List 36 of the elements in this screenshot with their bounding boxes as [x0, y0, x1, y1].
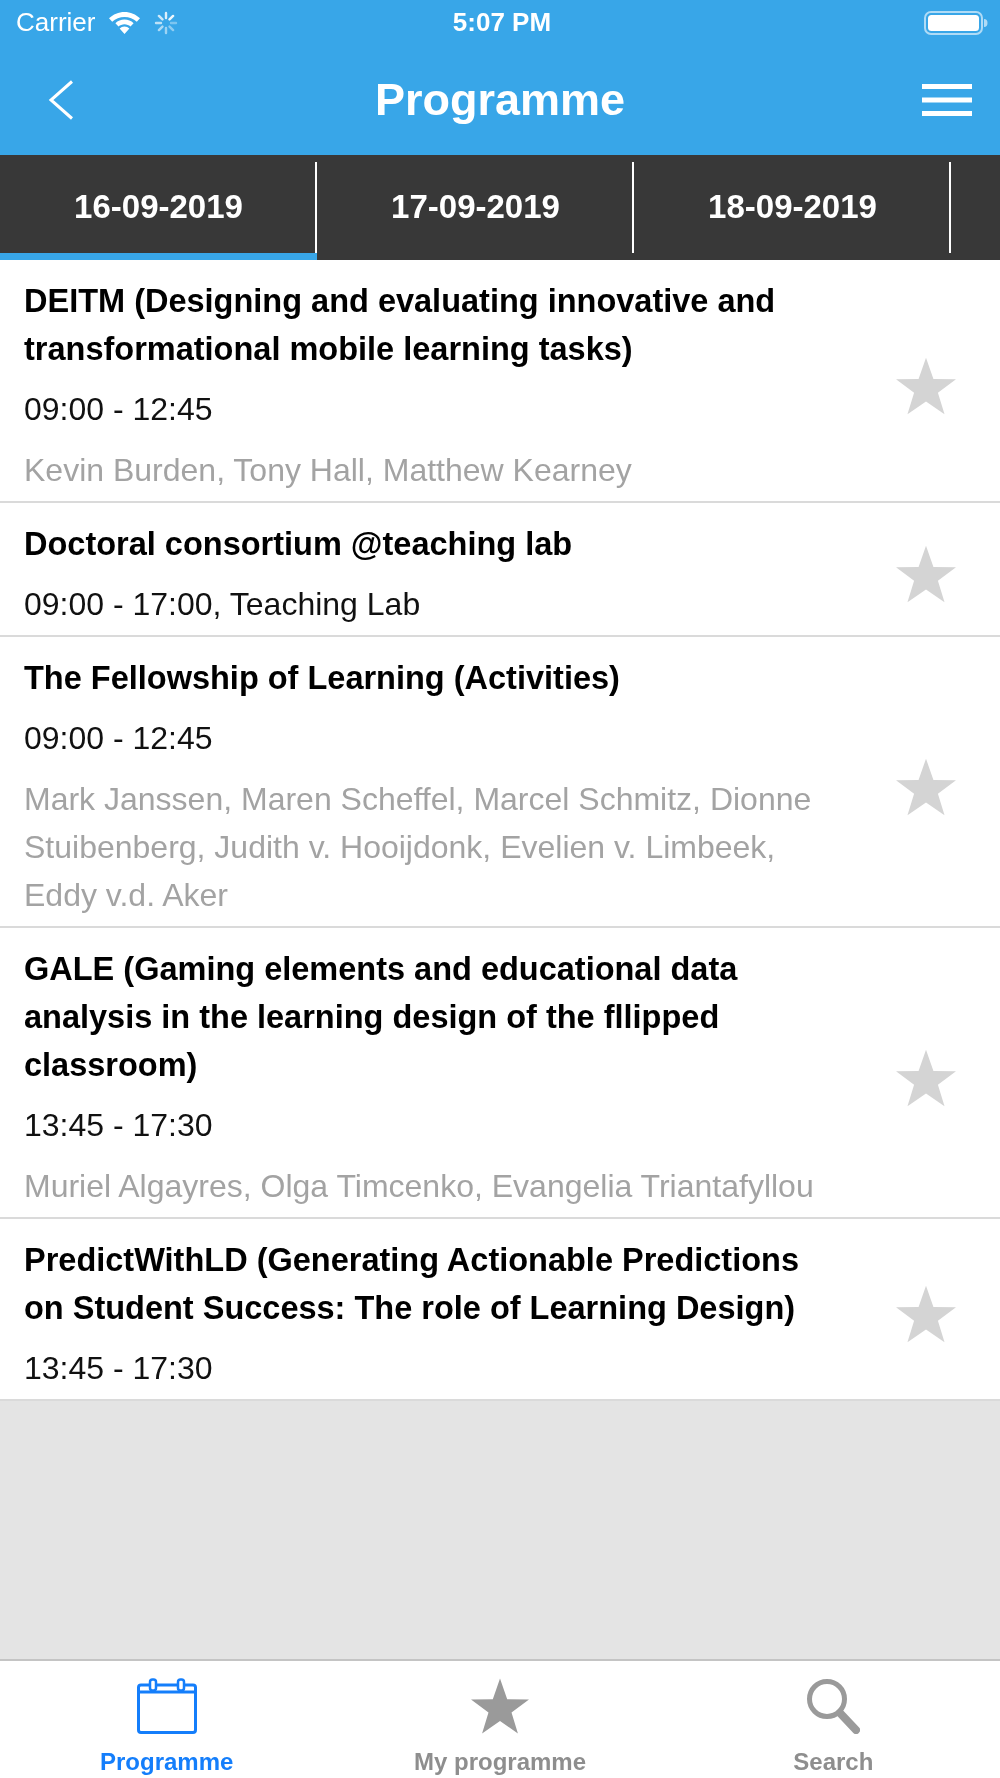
star-icon[interactable] — [896, 757, 956, 816]
session-speakers: Kevin Burden, Tony Hall, Matthew Kearney — [24, 451, 633, 490]
star-icon[interactable] — [896, 545, 956, 603]
star-icon[interactable] — [896, 356, 956, 415]
session-row[interactable]: PredictWithLD (Generating Actionable Predictions on Student Success: The role of Learning Design) 13:45 - 17:30 — [0, 1219, 1000, 1401]
session-row[interactable]: DEITM (Designing and evaluating innovative and transformational mobile learning tasks) 09:00 - 12:45 Kevin Burden, Tony Hall, Matthew Kearney — [0, 260, 1000, 503]
session-title: The Fellowship of Learning (Activities) — [24, 659, 621, 698]
menu-button[interactable] — [920, 82, 974, 118]
session-title: DEITM (Designing and evaluating innovative and transformational mobile learning tasks) — [24, 282, 777, 369]
menu-icon — [922, 84, 972, 116]
session-time: 09:00 - 12:45 — [24, 390, 214, 429]
star-icon[interactable] — [896, 1285, 956, 1343]
session-time: 13:45 - 17:30 — [24, 1349, 214, 1388]
session-time: 09:00 - 17:00, Teaching Lab — [24, 585, 422, 624]
carrier-label: Carrier — [16, 7, 96, 38]
session-row[interactable]: GALE (Gaming elements and educational data analysis in the learning design of the fllipped classroom) 13:45 - 17:30 Muriel Algayres, Olga Timcenko, Evangelia Triantafyllou — [0, 928, 1000, 1219]
calendar-icon — [136, 1678, 197, 1734]
session-title: Doctoral consortium @teaching lab — [24, 525, 574, 564]
status-time: 5:07 PM — [452, 7, 552, 38]
session-row[interactable]: The Fellowship of Learning (Activities) 09:00 - 12:45 Mark Janssen, Maren Scheffel, Marcel Schmitz, Dionne Stuibenberg, Judith v. Hooijdonk, Evelien v. Limbeek, Eddy v.d. Aker — [0, 637, 1000, 928]
star-icon — [471, 1678, 529, 1734]
session-time: 09:00 - 12:45 — [24, 719, 214, 758]
screen-title: Programme — [374, 74, 626, 126]
session-title: GALE (Gaming elements and educational data analysis in the learning design of the fllipped classroom) — [24, 950, 739, 1085]
battery-icon — [924, 10, 988, 35]
tab-bar-item[interactable]: Programme — [0, 1661, 334, 1778]
search-icon — [806, 1678, 861, 1734]
session-time: 13:45 - 17:30 — [24, 1106, 214, 1145]
session-row[interactable]: Doctoral consortium @teaching lab 09:00 - 17:00, Teaching Lab — [0, 503, 1000, 637]
activity-spinner-icon — [154, 10, 179, 35]
star-icon[interactable] — [896, 1048, 956, 1107]
wifi-icon — [109, 11, 141, 34]
session-title: PredictWithLD (Generating Actionable Predictions on Student Success: The role of Learning Design) — [24, 1241, 800, 1328]
back-icon — [48, 80, 74, 120]
session-speakers: Muriel Algayres, Olga Timcenko, Evangelia Triantafyllou — [24, 1167, 815, 1206]
session-speakers: Mark Janssen, Maren Scheffel, Marcel Schmitz, Dionne Stuibenberg, Judith v. Hooijdonk, Evelien v. Limbeek, Eddy v.d. Aker — [24, 780, 813, 915]
